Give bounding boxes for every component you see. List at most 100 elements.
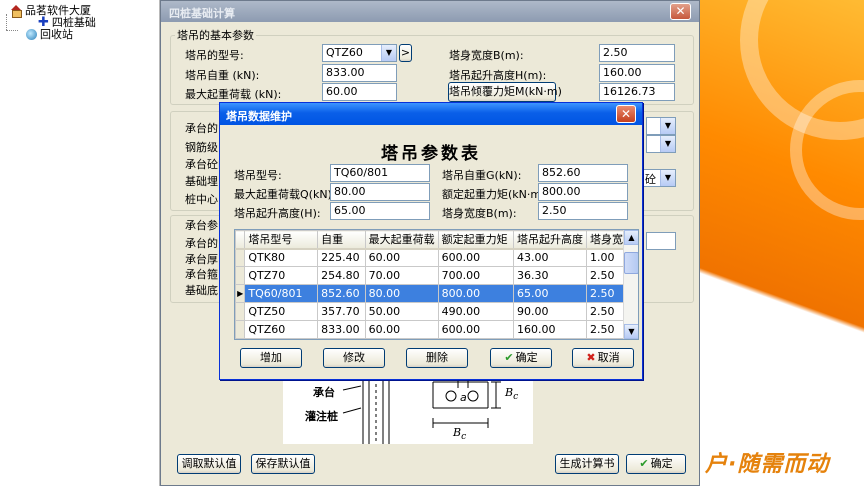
- table-cell[interactable]: 490.00: [437, 302, 514, 321]
- table-cell[interactable]: 852.60: [317, 284, 366, 303]
- tree-item-recycle-label: 回收站: [40, 28, 73, 41]
- table-row[interactable]: QTZ60 833.00 60.00 600.00 160.00 2.50: [235, 320, 638, 339]
- scroll-thumb[interactable]: [624, 252, 638, 274]
- table-cell[interactable]: 80.00: [364, 284, 439, 303]
- table-cell[interactable]: 70.00: [364, 266, 439, 285]
- table-cell[interactable]: QTZ70: [244, 266, 319, 285]
- table-cell[interactable]: 60.00: [364, 320, 439, 339]
- cap-select-4-value: 砼: [645, 173, 656, 186]
- cap-label-4: 基础埋: [185, 175, 218, 188]
- table-cell[interactable]: 65.00: [512, 284, 587, 303]
- dlg-width-label: 塔身宽度B(m):: [442, 207, 517, 220]
- delete-button[interactable]: 删除: [406, 348, 468, 368]
- dlg-model-field[interactable]: TQ60/801: [330, 164, 430, 182]
- dlg-width-field[interactable]: 2.50: [538, 202, 628, 220]
- house-icon: [10, 4, 22, 18]
- crane-table-grid: 塔吊型号 自重 最大起重荷载 额定起重力矩 塔吊起升高度 塔身宽度 QTK80 …: [235, 230, 638, 339]
- col-header-model[interactable]: 塔吊型号: [244, 230, 319, 250]
- col-header-moment[interactable]: 额定起重力矩: [437, 230, 514, 250]
- cap-select-4[interactable]: 砼 ▼: [641, 169, 676, 187]
- cap2-field-1[interactable]: [646, 232, 676, 250]
- table-cell[interactable]: QTK80: [244, 248, 319, 267]
- dlg-moment-field[interactable]: 800.00: [538, 183, 628, 201]
- main-ok-label: 确定: [650, 457, 673, 470]
- main-titlebar: 四桩基础计算 ✕: [161, 1, 699, 22]
- table-cell[interactable]: 833.00: [317, 320, 366, 339]
- crane-self-weight-label: 塔吊自重 (kN):: [185, 69, 260, 82]
- crane-max-load-label: 最大起重荷载 (kN):: [185, 88, 282, 101]
- table-cell[interactable]: 36.30: [512, 266, 587, 285]
- pile-cap-diagram: 承台 灌注桩 a Bc Bc: [283, 378, 533, 444]
- table-cell[interactable]: QTZ60: [244, 320, 319, 339]
- dialog-ok-button[interactable]: ✔ 确定: [490, 348, 552, 368]
- table-cell[interactable]: 90.00: [512, 302, 587, 321]
- table-cell[interactable]: 60.00: [364, 248, 439, 267]
- read-default-button[interactable]: 调取默认值: [177, 454, 241, 474]
- dlg-weight-field[interactable]: 852.60: [538, 164, 628, 182]
- crane-max-load-field[interactable]: 60.00: [322, 83, 397, 101]
- crane-height-field[interactable]: 160.00: [599, 64, 675, 82]
- cap-select-1[interactable]: ▼: [646, 117, 676, 135]
- table-cell[interactable]: 357.70: [317, 302, 366, 321]
- main-ok-button[interactable]: ✔ 确定: [626, 454, 686, 474]
- current-row-marker-icon: ▶: [235, 284, 246, 303]
- check-icon: ✔: [639, 457, 649, 470]
- table-cell[interactable]: 800.00: [437, 284, 514, 303]
- table-cell[interactable]: 43.00: [512, 248, 587, 267]
- table-cell[interactable]: 700.00: [437, 266, 514, 285]
- table-row[interactable]: QTZ50 357.70 50.00 490.00 90.00 2.50: [235, 302, 638, 321]
- col-header-height[interactable]: 塔吊起升高度: [512, 230, 587, 250]
- table-cell[interactable]: 160.00: [512, 320, 587, 339]
- dialog-cancel-label: 取消: [597, 351, 620, 364]
- crane-more-button[interactable]: >: [399, 44, 412, 62]
- table-row[interactable]: QTK80 225.40 60.00 600.00 43.00 1.00: [235, 248, 638, 267]
- crane-moment-button[interactable]: 塔吊倾覆力矩M(kN·m): [448, 82, 562, 102]
- crane-table[interactable]: 塔吊型号 自重 最大起重荷载 额定起重力矩 塔吊起升高度 塔身宽度 QTK80 …: [234, 229, 639, 340]
- diagram-bc-right-label: Bc: [505, 386, 519, 403]
- chevron-down-icon[interactable]: ▼: [660, 118, 675, 134]
- table-cell[interactable]: QTZ50: [244, 302, 319, 321]
- cap-label-2: 钢筋级: [185, 141, 218, 154]
- chevron-down-icon[interactable]: ▼: [381, 45, 396, 61]
- crane-self-weight-field[interactable]: 833.00: [322, 64, 397, 82]
- chevron-down-icon[interactable]: ▼: [660, 136, 675, 152]
- table-row[interactable]: QTZ70 254.80 70.00 700.00 36.30 2.50: [235, 266, 638, 285]
- crane-width-field[interactable]: 2.50: [599, 44, 675, 62]
- cap2-label-2: 承台厚: [185, 253, 218, 266]
- scroll-down-icon[interactable]: ▼: [624, 324, 638, 339]
- table-cell[interactable]: TQ60/801: [244, 284, 319, 303]
- table-cell[interactable]: 600.00: [437, 248, 514, 267]
- dialog-titlebar: 塔吊数据维护 ✕: [220, 103, 642, 125]
- crane-moment-field[interactable]: 16126.73: [599, 83, 675, 101]
- scroll-up-icon[interactable]: ▲: [624, 230, 638, 245]
- tree-connector: [6, 14, 7, 30]
- table-cell[interactable]: 600.00: [437, 320, 514, 339]
- edit-button[interactable]: 修改: [323, 348, 385, 368]
- tree-item-recycle-bin[interactable]: 回收站: [26, 26, 73, 42]
- table-row-selected[interactable]: ▶ TQ60/801 852.60 80.00 800.00 65.00 2.5…: [235, 284, 638, 303]
- generate-report-button[interactable]: 生成计算书: [555, 454, 619, 474]
- dlg-maxload-field[interactable]: 80.00: [330, 183, 430, 201]
- table-cell[interactable]: 254.80: [317, 266, 366, 285]
- diagram-pile-label: 灌注桩: [305, 410, 338, 423]
- dialog-title: 塔吊数据维护: [226, 110, 292, 123]
- table-scrollbar[interactable]: ▲ ▼: [623, 230, 638, 339]
- dlg-height-field[interactable]: 65.00: [330, 202, 430, 220]
- row-indicator: [235, 248, 246, 267]
- dialog-cancel-button[interactable]: ✖ 取消: [572, 348, 634, 368]
- table-cell[interactable]: 50.00: [364, 302, 439, 321]
- save-default-button[interactable]: 保存默认值: [251, 454, 315, 474]
- cap2-label-3: 承台箍: [185, 268, 218, 281]
- col-header-maxload[interactable]: 最大起重荷载: [364, 230, 439, 250]
- add-button[interactable]: 增加: [240, 348, 302, 368]
- chevron-down-icon[interactable]: ▼: [660, 170, 675, 186]
- crane-height-label: 塔吊起升高度H(m):: [449, 69, 547, 82]
- background-banner: [700, 0, 864, 486]
- dialog-close-button[interactable]: ✕: [616, 105, 636, 123]
- crane-model-label: 塔吊的型号:: [185, 49, 244, 62]
- col-header-weight[interactable]: 自重: [317, 230, 366, 250]
- cap-select-2[interactable]: ▼: [646, 135, 676, 153]
- table-cell[interactable]: 225.40: [317, 248, 366, 267]
- main-close-button[interactable]: ✕: [670, 3, 691, 20]
- crane-model-select[interactable]: QTZ60 ▼: [322, 44, 397, 62]
